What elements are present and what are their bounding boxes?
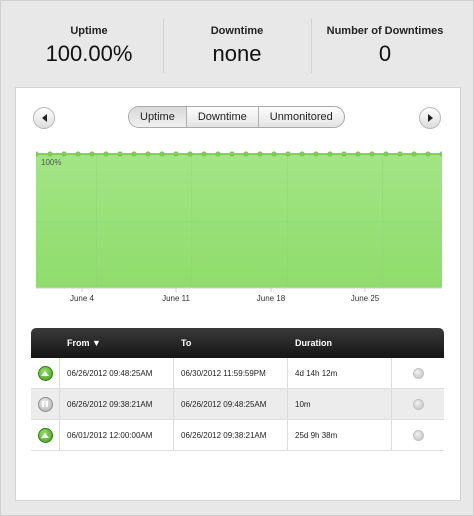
arrow-right-icon <box>427 114 433 122</box>
tab-downtime[interactable]: Downtime <box>185 107 258 127</box>
duration-cell: 10m <box>288 389 392 419</box>
data-point[interactable] <box>355 151 361 157</box>
stat-value: 0 <box>378 41 392 66</box>
to-cell: 06/26/2012 09:48:25AM <box>174 389 288 419</box>
data-point[interactable] <box>229 151 235 157</box>
data-point[interactable] <box>327 151 333 157</box>
data-point[interactable] <box>215 151 221 157</box>
data-point[interactable] <box>383 151 389 157</box>
previous-period-button[interactable] <box>33 107 55 129</box>
data-point[interactable] <box>47 151 53 157</box>
duration-cell: 4d 14h 12m <box>288 358 392 388</box>
details-icon[interactable] <box>412 429 424 441</box>
table-row: 06/26/2012 09:38:21AM 06/26/2012 09:48:2… <box>31 389 444 420</box>
info-cell <box>392 358 444 388</box>
stat-value: none <box>212 41 262 66</box>
stat-label: Uptime <box>70 25 108 37</box>
x-tick-label: June 11 <box>162 294 190 303</box>
status-cell <box>31 420 60 450</box>
details-icon[interactable] <box>412 367 424 379</box>
data-point[interactable] <box>313 151 319 157</box>
data-point[interactable] <box>425 151 431 157</box>
x-tick-label: June 18 <box>257 294 286 303</box>
data-point[interactable] <box>131 151 137 157</box>
info-cell <box>392 420 444 450</box>
header-to[interactable]: To <box>174 328 288 358</box>
to-cell: 06/30/2012 11:59:59PM <box>174 358 288 388</box>
stat-label: Number of Downtimes <box>326 25 444 37</box>
data-point[interactable] <box>61 151 67 157</box>
uptime-area <box>36 154 442 288</box>
to-cell: 06/26/2012 09:38:21AM <box>174 420 288 450</box>
data-point[interactable] <box>201 151 207 157</box>
data-point[interactable] <box>75 151 81 157</box>
status-up-icon <box>37 365 53 381</box>
stat-number-of-downtimes: Number of Downtimes 0 <box>311 15 459 73</box>
next-period-button[interactable] <box>419 107 441 129</box>
status-up-icon <box>37 427 53 443</box>
data-point[interactable] <box>159 151 165 157</box>
tab-uptime[interactable]: Uptime <box>129 107 186 127</box>
info-cell <box>392 389 444 419</box>
from-cell: 06/26/2012 09:48:25AM <box>60 358 174 388</box>
status-paused-icon <box>37 396 53 412</box>
data-point[interactable] <box>257 151 263 157</box>
status-cell <box>31 358 60 388</box>
arrow-left-icon <box>41 114 47 122</box>
chart-panel: Uptime Downtime Unmonitored 100% June 4 Ju… <box>15 87 461 501</box>
stat-label: Downtime <box>210 25 264 37</box>
data-point[interactable] <box>341 151 347 157</box>
data-point[interactable] <box>299 151 305 157</box>
table-row: 06/26/2012 09:48:25AM 06/30/2012 11:59:5… <box>31 358 444 389</box>
data-point[interactable] <box>173 151 179 157</box>
table-header: From ▼ To Duration <box>31 328 444 358</box>
view-toggle: Uptime Downtime Unmonitored <box>128 106 345 128</box>
table-row: 06/01/2012 12:00:00AM 06/26/2012 09:38:2… <box>31 420 444 451</box>
data-point[interactable] <box>187 151 193 157</box>
x-tick-label: June 25 <box>351 294 380 303</box>
downtime-table: From ▼ To Duration 06/26/2012 09:48:25AM… <box>31 328 444 451</box>
header-info <box>392 328 444 358</box>
data-point[interactable] <box>89 151 95 157</box>
data-point[interactable] <box>369 151 375 157</box>
data-point[interactable] <box>145 151 151 157</box>
stats-summary: Uptime 100.00% Downtime none Number of D… <box>15 15 459 73</box>
uptime-report: Uptime 100.00% Downtime none Number of D… <box>0 0 474 516</box>
data-point[interactable] <box>243 151 249 157</box>
status-cell <box>31 389 60 419</box>
data-point[interactable] <box>397 151 403 157</box>
header-duration[interactable]: Duration <box>288 328 392 358</box>
x-tick-label: June 4 <box>70 294 95 303</box>
data-point[interactable] <box>117 151 123 157</box>
data-point[interactable] <box>271 151 277 157</box>
data-point[interactable] <box>103 151 109 157</box>
stat-value: 100.00% <box>45 41 133 66</box>
data-point[interactable] <box>285 151 291 157</box>
stat-downtime: Downtime none <box>163 15 311 73</box>
uptime-chart: 100% June 4 June 11 June 18 June 25 <box>36 151 442 303</box>
duration-cell: 25d 9h 38m <box>288 420 392 450</box>
from-cell: 06/01/2012 12:00:00AM <box>60 420 174 450</box>
y-axis-label: 100% <box>41 158 61 167</box>
data-point[interactable] <box>411 151 417 157</box>
from-cell: 06/26/2012 09:38:21AM <box>60 389 174 419</box>
header-from[interactable]: From ▼ <box>60 328 174 358</box>
header-status <box>31 328 60 358</box>
tab-unmonitored[interactable]: Unmonitored <box>257 107 344 127</box>
stat-uptime: Uptime 100.00% <box>15 15 163 73</box>
details-icon[interactable] <box>412 398 424 410</box>
